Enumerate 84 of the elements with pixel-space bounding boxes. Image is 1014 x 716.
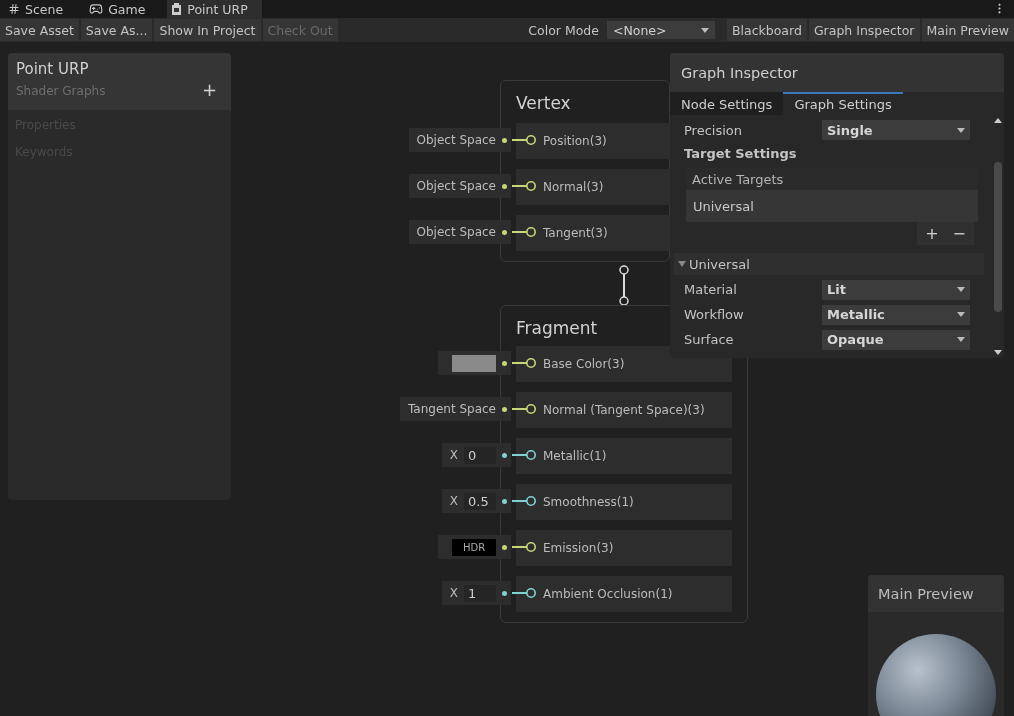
input-port-box[interactable]: Object Space xyxy=(408,174,511,198)
caret-icon xyxy=(957,337,965,342)
input-port-box[interactable]: X 0.5 xyxy=(441,489,511,513)
slot-label[interactable]: Emission(3) xyxy=(516,530,732,566)
inspector-tab[interactable]: Node Settings xyxy=(670,92,784,115)
color-mode-dropdown[interactable]: <None> xyxy=(606,21,715,39)
input-port-box[interactable]: Object Space xyxy=(408,220,511,244)
input-port-box[interactable] xyxy=(438,351,511,375)
list-button[interactable]: − xyxy=(952,224,966,243)
caret-icon xyxy=(957,127,965,133)
caret-icon xyxy=(957,287,965,292)
toolbar-button[interactable]: Save Asset xyxy=(0,19,79,41)
blackboard-subtitle: Shader Graphs xyxy=(16,84,106,98)
property-label: Material xyxy=(684,282,738,297)
grid-icon xyxy=(8,3,20,15)
slot-label[interactable]: Position(3) xyxy=(516,123,670,159)
toolbar-button[interactable]: Show In Project xyxy=(154,19,261,41)
section-heading: Target Settings xyxy=(684,144,798,163)
slot-label[interactable]: Tangent(3) xyxy=(516,215,670,251)
space-label: Object Space xyxy=(416,133,496,147)
editor-tab[interactable]: Game xyxy=(85,0,160,18)
slot-label[interactable]: Smoothness(1) xyxy=(516,484,732,520)
add-button[interactable]: + xyxy=(201,79,217,100)
slot-label[interactable]: Normal (Tangent Space)(3) xyxy=(516,392,732,428)
list-button[interactable]: + xyxy=(925,224,939,243)
editor-tab[interactable]: Point URP xyxy=(167,0,262,18)
slot-label[interactable]: Base Color(3) xyxy=(516,346,732,382)
wire-icon xyxy=(511,449,537,461)
input-port-box[interactable]: X 0 xyxy=(441,443,511,467)
property-label: Surface xyxy=(684,332,735,347)
wire-icon xyxy=(511,226,537,238)
caret-icon xyxy=(700,27,709,33)
panel-toggle-button[interactable]: Blackboard xyxy=(726,19,807,41)
node-title: Fragment xyxy=(516,318,598,338)
list-header: Active Targets xyxy=(691,170,785,189)
inspector-tab[interactable]: Graph Settings xyxy=(783,92,903,115)
axis-label: X xyxy=(449,494,458,508)
value-field[interactable]: 0 xyxy=(464,446,496,464)
caret-icon xyxy=(957,312,965,317)
blackboard-title: Point URP xyxy=(16,60,90,78)
node-title: Vertex xyxy=(516,93,571,113)
input-port-box[interactable]: HDR xyxy=(438,535,511,559)
panel-toggle-button[interactable]: Graph Inspector xyxy=(808,19,920,41)
value-field[interactable]: 1 xyxy=(464,584,496,602)
hdr-swatch[interactable]: HDR xyxy=(452,538,496,556)
color-swatch[interactable] xyxy=(452,354,496,372)
slot-label[interactable]: Normal(3) xyxy=(516,169,670,205)
list-item[interactable]: Universal xyxy=(686,190,978,222)
space-label: Object Space xyxy=(416,225,496,239)
property-dropdown[interactable]: Opaque xyxy=(822,329,970,350)
axis-label: X xyxy=(449,586,458,600)
foldout-label: Universal xyxy=(689,256,750,272)
gamepad-icon xyxy=(89,2,104,16)
property-dropdown[interactable]: Lit xyxy=(822,279,970,300)
slot-label[interactable]: Metallic(1) xyxy=(516,438,732,474)
wire-icon xyxy=(511,357,537,369)
preview-title: Main Preview xyxy=(868,575,1004,612)
scroll-up-icon[interactable] xyxy=(994,118,1002,123)
wire-icon xyxy=(511,134,537,146)
property-dropdown[interactable]: Single xyxy=(822,120,970,140)
wire-icon xyxy=(511,403,537,415)
wire-icon xyxy=(511,495,537,507)
wire-icon xyxy=(511,541,537,553)
foldout-header[interactable]: Universal xyxy=(674,253,984,275)
shader-file-icon xyxy=(171,2,183,16)
space-label: Object Space xyxy=(416,179,496,193)
property-label: Workflow xyxy=(684,307,745,322)
editor-tab[interactable]: Scene xyxy=(4,0,78,18)
input-port-box[interactable]: Object Space xyxy=(408,128,511,152)
space-label: Tangent Space xyxy=(408,402,496,416)
wire-icon xyxy=(511,587,537,599)
wire-icon xyxy=(511,180,537,192)
property-label: Precision xyxy=(684,122,743,138)
input-port-box[interactable]: Tangent Space xyxy=(400,397,511,421)
slot-label[interactable]: Ambient Occlusion(1) xyxy=(516,576,732,612)
panel-toggle-button[interactable]: Main Preview xyxy=(921,19,1014,41)
color-mode-label: Color Mode xyxy=(527,22,600,38)
property-dropdown[interactable]: Metallic xyxy=(822,304,970,325)
value-field[interactable]: 0.5 xyxy=(464,492,496,510)
toolbar-button[interactable]: Save As... xyxy=(80,19,153,41)
inspector-title: Graph Inspector xyxy=(670,53,1004,92)
input-port-box[interactable]: X 1 xyxy=(441,581,511,605)
scroll-down-icon[interactable] xyxy=(994,350,1002,355)
axis-label: X xyxy=(449,448,458,462)
